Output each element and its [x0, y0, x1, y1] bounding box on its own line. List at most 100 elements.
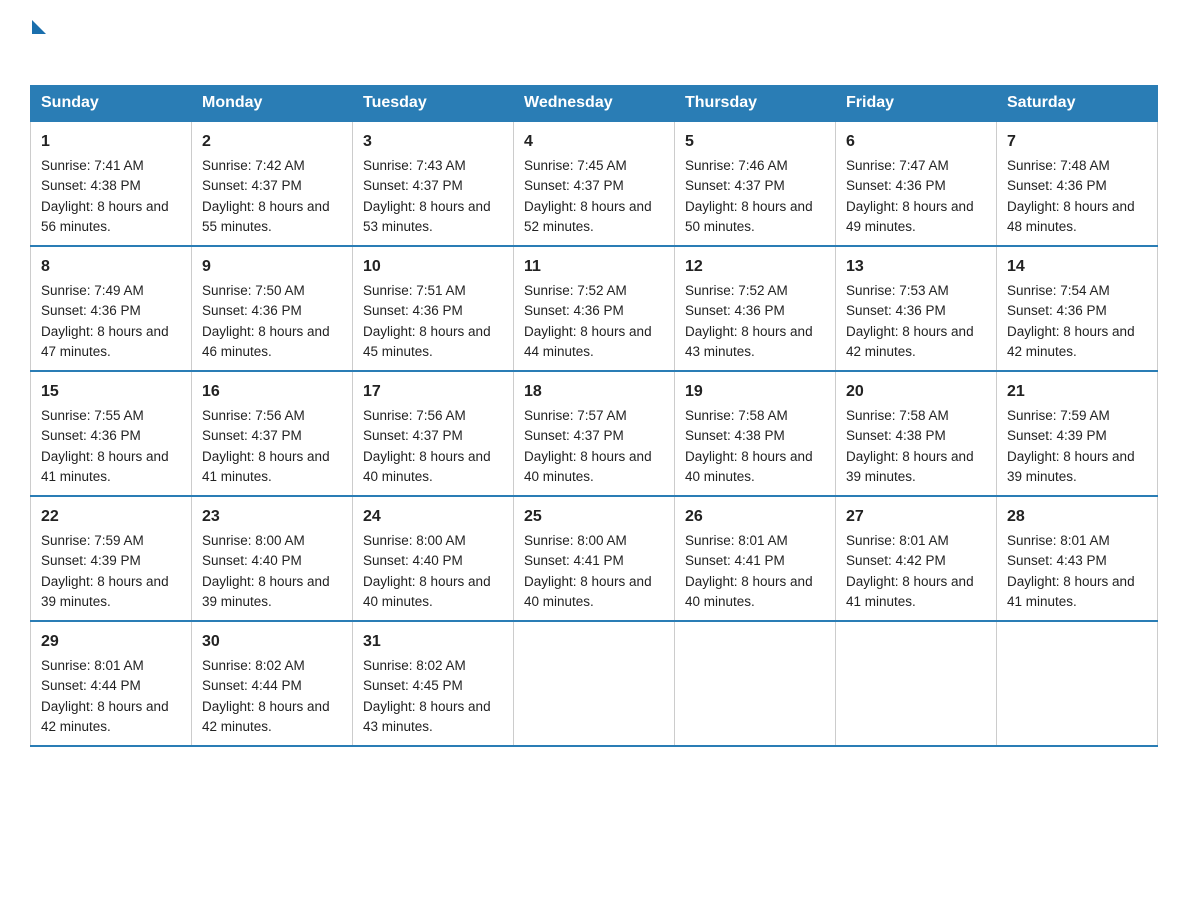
day-number: 16 [202, 380, 342, 404]
sunset-text: Sunset: 4:37 PM [202, 428, 302, 443]
daylight-text: Daylight: 8 hours and 40 minutes. [363, 574, 491, 609]
daylight-text: Daylight: 8 hours and 42 minutes. [1007, 324, 1135, 359]
sunrise-text: Sunrise: 7:54 AM [1007, 283, 1110, 298]
sunrise-text: Sunrise: 8:00 AM [363, 533, 466, 548]
sunrise-text: Sunrise: 8:01 AM [685, 533, 788, 548]
sunrise-text: Sunrise: 7:53 AM [846, 283, 949, 298]
logo [30, 20, 48, 65]
sunset-text: Sunset: 4:40 PM [202, 553, 302, 568]
daylight-text: Daylight: 8 hours and 50 minutes. [685, 199, 813, 234]
day-number: 8 [41, 255, 181, 279]
daylight-text: Daylight: 8 hours and 40 minutes. [685, 449, 813, 484]
day-cell: 28 Sunrise: 8:01 AM Sunset: 4:43 PM Dayligh… [997, 496, 1158, 621]
sunset-text: Sunset: 4:37 PM [363, 428, 463, 443]
day-number: 29 [41, 630, 181, 654]
day-number: 28 [1007, 505, 1147, 529]
daylight-text: Daylight: 8 hours and 56 minutes. [41, 199, 169, 234]
sunset-text: Sunset: 4:36 PM [1007, 303, 1107, 318]
day-cell: 7Sunrise: 7:48 AMSunset: 4:36 PMDaylight… [997, 121, 1158, 246]
header-cell-wednesday: Wednesday [514, 86, 675, 122]
day-cell: 6Sunrise: 7:47 AMSunset: 4:36 PMDaylight… [836, 121, 997, 246]
sunrise-text: Sunrise: 7:57 AM [524, 408, 627, 423]
day-cell [675, 621, 836, 746]
week-row-1: 1Sunrise: 7:41 AMSunset: 4:38 PMDaylight… [31, 121, 1158, 246]
day-cell: 31 Sunrise: 8:02 AM Sunset: 4:45 PM Dayligh… [353, 621, 514, 746]
day-cell: 19Sunrise: 7:58 AMSunset: 4:38 PMDayligh… [675, 371, 836, 496]
sunrise-text: Sunrise: 7:52 AM [685, 283, 788, 298]
calendar-body: 1Sunrise: 7:41 AMSunset: 4:38 PMDaylight… [31, 121, 1158, 746]
day-number: 26 [685, 505, 825, 529]
day-number: 31 [363, 630, 503, 654]
sunset-text: Sunset: 4:38 PM [685, 428, 785, 443]
day-cell: 18Sunrise: 7:57 AMSunset: 4:37 PMDayligh… [514, 371, 675, 496]
day-number: 19 [685, 380, 825, 404]
sunset-text: Sunset: 4:36 PM [363, 303, 463, 318]
sunset-text: Sunset: 4:39 PM [1007, 428, 1107, 443]
sunset-text: Sunset: 4:38 PM [846, 428, 946, 443]
sunset-text: Sunset: 4:36 PM [41, 303, 141, 318]
sunset-text: Sunset: 4:37 PM [524, 178, 624, 193]
sunrise-text: Sunrise: 8:02 AM [363, 658, 466, 673]
day-cell [997, 621, 1158, 746]
sunrise-text: Sunrise: 7:41 AM [41, 158, 144, 173]
daylight-text: Daylight: 8 hours and 40 minutes. [524, 449, 652, 484]
sunset-text: Sunset: 4:43 PM [1007, 553, 1107, 568]
day-cell: 23Sunrise: 8:00 AMSunset: 4:40 PMDayligh… [192, 496, 353, 621]
header-cell-monday: Monday [192, 86, 353, 122]
header-cell-thursday: Thursday [675, 86, 836, 122]
daylight-text: Daylight: 8 hours and 40 minutes. [685, 574, 813, 609]
sunrise-text: Sunrise: 8:01 AM [1007, 533, 1110, 548]
calendar-header: SundayMondayTuesdayWednesdayThursdayFrid… [31, 86, 1158, 122]
week-row-2: 8 Sunrise: 7:49 AM Sunset: 4:36 PM Daylight… [31, 246, 1158, 371]
sunrise-text: Sunrise: 8:00 AM [202, 533, 305, 548]
week-row-3: 15Sunrise: 7:55 AMSunset: 4:36 PMDayligh… [31, 371, 1158, 496]
day-number: 5 [685, 130, 825, 154]
header-cell-friday: Friday [836, 86, 997, 122]
day-number: 14 [1007, 255, 1147, 279]
day-cell: 29Sunrise: 8:01 AMSunset: 4:44 PMDayligh… [31, 621, 192, 746]
day-number: 24 [363, 505, 503, 529]
day-number: 25 [524, 505, 664, 529]
sunrise-text: Sunrise: 7:56 AM [202, 408, 305, 423]
sunset-text: Sunset: 4:37 PM [524, 428, 624, 443]
sunset-text: Sunset: 4:45 PM [363, 678, 463, 693]
day-cell: 25Sunrise: 8:00 AMSunset: 4:41 PMDayligh… [514, 496, 675, 621]
day-number: 15 [41, 380, 181, 404]
week-row-4: 22Sunrise: 7:59 AMSunset: 4:39 PMDayligh… [31, 496, 1158, 621]
daylight-text: Daylight: 8 hours and 39 minutes. [846, 449, 974, 484]
day-number: 4 [524, 130, 664, 154]
sunrise-text: Sunrise: 7:45 AM [524, 158, 627, 173]
sunset-text: Sunset: 4:41 PM [524, 553, 624, 568]
sunset-text: Sunset: 4:36 PM [202, 303, 302, 318]
day-cell: 8Sunrise: 7:49 AMSunset: 4:36 PMDaylight… [31, 246, 192, 371]
sunrise-text: Sunrise: 7:50 AM [202, 283, 305, 298]
day-cell: 10Sunrise: 7:51 AMSunset: 4:36 PMDayligh… [353, 246, 514, 371]
daylight-text: Daylight: 8 hours and 41 minutes. [846, 574, 974, 609]
day-cell: 4 Sunrise: 7:45 AM Sunset: 4:37 PM Daylight… [514, 121, 675, 246]
daylight-text: Daylight: 8 hours and 55 minutes. [202, 199, 330, 234]
daylight-text: Daylight: 8 hours and 40 minutes. [363, 449, 491, 484]
sunrise-text: Sunrise: 7:46 AM [685, 158, 788, 173]
daylight-text: Daylight: 8 hours and 40 minutes. [524, 574, 652, 609]
day-cell: 26Sunrise: 8:01 AMSunset: 4:41 PMDayligh… [675, 496, 836, 621]
sunrise-text: Sunrise: 8:02 AM [202, 658, 305, 673]
day-number: 3 [363, 130, 503, 154]
daylight-text: Daylight: 8 hours and 46 minutes. [202, 324, 330, 359]
daylight-text: Daylight: 8 hours and 45 minutes. [363, 324, 491, 359]
sunrise-text: Sunrise: 7:48 AM [1007, 158, 1110, 173]
sunset-text: Sunset: 4:36 PM [685, 303, 785, 318]
daylight-text: Daylight: 8 hours and 53 minutes. [363, 199, 491, 234]
day-cell: 14 Sunrise: 7:54 AM Sunset: 4:36 PM Dayligh… [997, 246, 1158, 371]
daylight-text: Daylight: 8 hours and 39 minutes. [202, 574, 330, 609]
sunrise-text: Sunrise: 7:49 AM [41, 283, 144, 298]
daylight-text: Daylight: 8 hours and 52 minutes. [524, 199, 652, 234]
daylight-text: Daylight: 8 hours and 39 minutes. [1007, 449, 1135, 484]
sunrise-text: Sunrise: 7:42 AM [202, 158, 305, 173]
day-number: 30 [202, 630, 342, 654]
sunrise-text: Sunrise: 7:52 AM [524, 283, 627, 298]
sunrise-text: Sunrise: 8:01 AM [41, 658, 144, 673]
day-number: 9 [202, 255, 342, 279]
daylight-text: Daylight: 8 hours and 41 minutes. [1007, 574, 1135, 609]
sunset-text: Sunset: 4:44 PM [41, 678, 141, 693]
daylight-text: Daylight: 8 hours and 43 minutes. [363, 699, 491, 734]
